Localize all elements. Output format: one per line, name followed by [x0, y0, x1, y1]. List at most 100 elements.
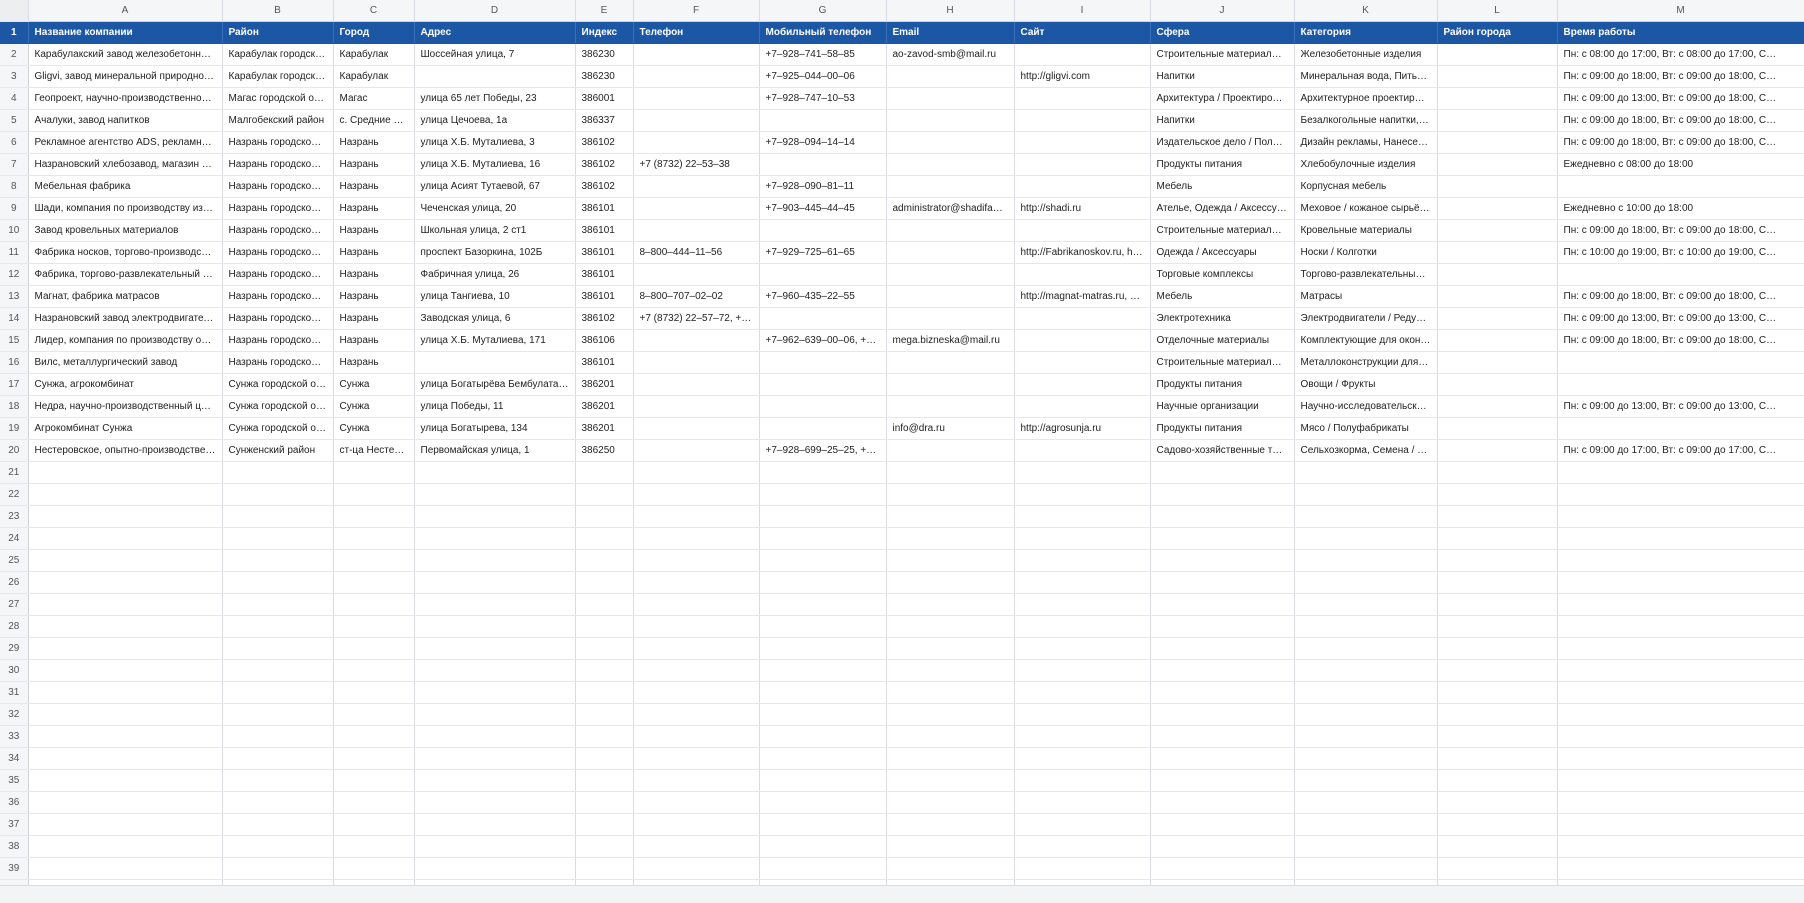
cell[interactable]: [886, 835, 1015, 858]
cell[interactable]: Сунжа: [333, 373, 415, 396]
cell[interactable]: [633, 615, 760, 638]
cell[interactable]: [28, 681, 223, 704]
cell[interactable]: [575, 879, 634, 885]
cell[interactable]: [1437, 197, 1558, 220]
cell[interactable]: [1437, 131, 1558, 154]
cell[interactable]: [1557, 791, 1804, 814]
cell[interactable]: [1014, 505, 1151, 528]
cell[interactable]: Металлоконструкции для …: [1294, 351, 1438, 374]
cell[interactable]: [886, 659, 1015, 682]
row-number[interactable]: 37: [0, 813, 29, 836]
cell[interactable]: Назрань: [333, 175, 415, 198]
cell[interactable]: [28, 593, 223, 616]
cell[interactable]: [414, 527, 576, 550]
cell[interactable]: [1294, 681, 1438, 704]
cell[interactable]: [333, 747, 415, 770]
cell[interactable]: [759, 549, 887, 572]
cell[interactable]: [1437, 263, 1558, 286]
cell[interactable]: [575, 483, 634, 506]
cell[interactable]: [759, 109, 887, 132]
cell[interactable]: Назрань: [333, 241, 415, 264]
cell[interactable]: [1557, 659, 1804, 682]
cell[interactable]: Продукты питания: [1150, 373, 1295, 396]
cell[interactable]: Карабулак городской …: [222, 43, 334, 66]
cell[interactable]: [1557, 725, 1804, 748]
cell[interactable]: [222, 659, 334, 682]
cell[interactable]: [1014, 659, 1151, 682]
cell[interactable]: 8‒800‒707‒02‒02: [633, 285, 760, 308]
cell[interactable]: [759, 505, 887, 528]
cell[interactable]: с. Средние Ача…: [333, 109, 415, 132]
cell[interactable]: [759, 395, 887, 418]
cell[interactable]: [414, 65, 576, 88]
header-cell[interactable]: Сайт: [1014, 21, 1151, 44]
cell[interactable]: [633, 681, 760, 704]
cell[interactable]: Научные организации: [1150, 395, 1295, 418]
cell[interactable]: [575, 725, 634, 748]
cell[interactable]: [222, 461, 334, 484]
cell[interactable]: [1557, 527, 1804, 550]
cell[interactable]: [759, 219, 887, 242]
cell[interactable]: Мясо / Полуфабрикаты: [1294, 417, 1438, 440]
cell[interactable]: [1437, 417, 1558, 440]
cell[interactable]: [1294, 769, 1438, 792]
cell[interactable]: [575, 549, 634, 572]
cell[interactable]: [1150, 659, 1295, 682]
row-number[interactable]: 38: [0, 835, 29, 858]
row-number[interactable]: 34: [0, 747, 29, 770]
cell[interactable]: [1557, 747, 1804, 770]
cell[interactable]: [333, 703, 415, 726]
column-header-d[interactable]: D: [414, 0, 576, 22]
cell[interactable]: [333, 527, 415, 550]
cell[interactable]: [633, 219, 760, 242]
cell[interactable]: [1294, 703, 1438, 726]
row-number[interactable]: 6: [0, 131, 29, 154]
cell[interactable]: [414, 725, 576, 748]
cell[interactable]: [886, 307, 1015, 330]
cell[interactable]: [1294, 483, 1438, 506]
cell[interactable]: [1150, 747, 1295, 770]
cell[interactable]: [633, 131, 760, 154]
cell[interactable]: [759, 593, 887, 616]
cell[interactable]: Торгово-развлекательные …: [1294, 263, 1438, 286]
cell[interactable]: [28, 615, 223, 638]
cell[interactable]: [28, 703, 223, 726]
cell[interactable]: [759, 813, 887, 836]
cell[interactable]: [1014, 571, 1151, 594]
cell[interactable]: +7‒903‒445‒44‒45: [759, 197, 887, 220]
cell[interactable]: Фабрика, торгово-развлекательный к…: [28, 263, 223, 286]
cell[interactable]: [575, 659, 634, 682]
cell[interactable]: [1014, 439, 1151, 462]
cell[interactable]: [886, 725, 1015, 748]
cell[interactable]: [1557, 417, 1804, 440]
cell[interactable]: [1437, 373, 1558, 396]
cell[interactable]: [28, 769, 223, 792]
row-number[interactable]: 4: [0, 87, 29, 110]
cell[interactable]: [759, 747, 887, 770]
row-number[interactable]: 22: [0, 483, 29, 506]
cell[interactable]: [886, 637, 1015, 660]
cell[interactable]: [1437, 329, 1558, 352]
cell[interactable]: mega.bizneska@mail.ru: [886, 329, 1015, 352]
cell[interactable]: [1294, 549, 1438, 572]
cell[interactable]: [1014, 219, 1151, 242]
row-number[interactable]: 14: [0, 307, 29, 330]
cell[interactable]: [1014, 153, 1151, 176]
cell[interactable]: +7‒962‒639‒00‒06, +7…: [759, 329, 887, 352]
cell[interactable]: [28, 571, 223, 594]
cell[interactable]: [1557, 263, 1804, 286]
cell[interactable]: [28, 791, 223, 814]
cell[interactable]: 386101: [575, 351, 634, 374]
cell[interactable]: [1557, 571, 1804, 594]
cell[interactable]: улица Богатырёва Бембулата …: [414, 373, 576, 396]
cell[interactable]: [333, 505, 415, 528]
cell[interactable]: [333, 461, 415, 484]
row-number[interactable]: 23: [0, 505, 29, 528]
cell[interactable]: улица Победы, 11: [414, 395, 576, 418]
cell[interactable]: 386101: [575, 241, 634, 264]
cell[interactable]: [759, 417, 887, 440]
cell[interactable]: Меховое / кожаное сырьё,…: [1294, 197, 1438, 220]
cell[interactable]: [886, 351, 1015, 374]
cell[interactable]: [1437, 615, 1558, 638]
cell[interactable]: Овощи / Фрукты: [1294, 373, 1438, 396]
